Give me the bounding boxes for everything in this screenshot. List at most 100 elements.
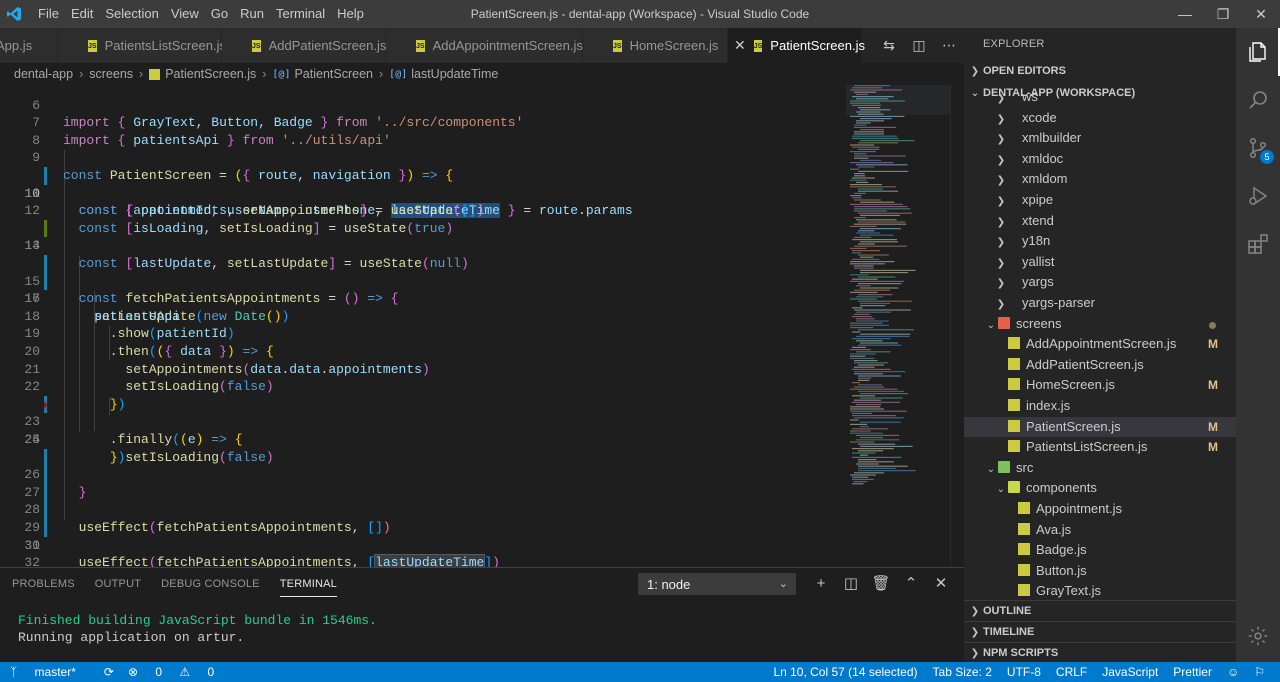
sync-icon[interactable]: ⟳ bbox=[104, 665, 114, 679]
tab-addpatientscreen-js[interactable]: JS AddPatientScreen.js bbox=[222, 28, 386, 63]
terminal-output-line: Finished building JavaScript bundle in 1… bbox=[18, 613, 377, 628]
minimap[interactable] bbox=[846, 85, 954, 567]
minimap-line bbox=[850, 291, 878, 293]
formatter[interactable]: Prettier bbox=[1173, 665, 1212, 679]
close-tab-icon[interactable]: ✕ bbox=[734, 37, 746, 54]
minimap-line bbox=[856, 111, 881, 113]
breadcrumb-file[interactable]: PatientScreen.js bbox=[165, 67, 256, 81]
minimap-line bbox=[850, 327, 874, 329]
minimize-icon[interactable]: — bbox=[1166, 0, 1204, 28]
explorer-icon[interactable] bbox=[1236, 28, 1280, 76]
line-ending[interactable]: CRLF bbox=[1056, 665, 1087, 679]
trash-icon[interactable]: 🗑 bbox=[866, 572, 896, 596]
compare-changes-icon[interactable]: ⇆ bbox=[874, 37, 904, 54]
menu-help[interactable]: Help bbox=[331, 0, 370, 28]
menu-edit[interactable]: Edit bbox=[65, 0, 99, 28]
breadcrumb-symbol[interactable]: lastUpdateTime bbox=[411, 67, 498, 81]
minimap-line bbox=[854, 199, 881, 201]
tree-item[interactable]: AddAppointmentScreen.js M bbox=[964, 334, 1236, 355]
tree-item[interactable]: ⌄ screens bbox=[964, 314, 1236, 335]
npm-scripts-section[interactable]: ❯ NPM SCRIPTS bbox=[964, 642, 1236, 662]
tab-app-js[interactable]: App.js bbox=[0, 28, 58, 63]
tree-item[interactable]: ❯ xpipe bbox=[964, 190, 1236, 211]
tab-problems[interactable]: PROBLEMS bbox=[12, 572, 75, 596]
breadcrumb-folder[interactable]: screens bbox=[89, 67, 133, 81]
minimap-line bbox=[850, 247, 867, 249]
tree-item[interactable]: ❯ xmldoc bbox=[964, 149, 1236, 170]
minimap-line bbox=[854, 157, 869, 159]
menu-view[interactable]: View bbox=[165, 0, 205, 28]
chevron-right-icon: ❯ bbox=[996, 175, 1006, 187]
tree-item[interactable]: PatientScreen.js M bbox=[964, 416, 1236, 438]
split-editor-icon[interactable]: ◫ bbox=[904, 37, 934, 54]
tab-homescreen-js[interactable]: JS HomeScreen.js bbox=[583, 28, 728, 63]
tree-item[interactable]: ❯ xmlbuilder bbox=[964, 128, 1236, 149]
problems-status[interactable]: ⊗ 0 ⚠ 0 bbox=[128, 665, 228, 679]
tree-item[interactable]: Button.js bbox=[964, 561, 1236, 582]
minimap-line bbox=[860, 445, 913, 447]
js-file-icon bbox=[1018, 522, 1030, 535]
tree-item[interactable]: Badge.js bbox=[964, 540, 1236, 561]
outline-section[interactable]: ❯ OUTLINE bbox=[964, 600, 1236, 621]
branch-status[interactable]: ᛉ master* bbox=[10, 665, 90, 679]
menu-file[interactable]: File bbox=[32, 0, 65, 28]
tree-item[interactable]: ❯ yallist bbox=[964, 252, 1236, 273]
source-control-icon[interactable]: 5 bbox=[1236, 124, 1280, 172]
tree-item[interactable]: ❯ ws bbox=[964, 94, 1236, 108]
split-terminal-icon[interactable]: ◫ bbox=[836, 572, 866, 596]
tree-item[interactable]: ❯ xcode bbox=[964, 108, 1236, 129]
cursor-position[interactable]: Ln 10, Col 57 (14 selected) bbox=[773, 665, 917, 679]
close-panel-icon[interactable]: ✕ bbox=[926, 572, 956, 596]
menu-go[interactable]: Go bbox=[205, 0, 234, 28]
tree-item[interactable]: ❯ y18n bbox=[964, 231, 1236, 252]
menu-selection[interactable]: Selection bbox=[99, 0, 164, 28]
tab-patientscreen-js[interactable]: ✕ JS PatientScreen.js bbox=[728, 28, 865, 63]
feedback-icon[interactable]: ☺ bbox=[1227, 665, 1239, 679]
timeline-section[interactable]: ❯ TIMELINE bbox=[964, 621, 1236, 642]
breadcrumb-workspace[interactable]: dental-app bbox=[14, 67, 73, 81]
tab-size[interactable]: Tab Size: 2 bbox=[933, 665, 992, 679]
more-actions-icon[interactable]: ⋯ bbox=[934, 37, 964, 54]
tree-item[interactable]: Ava.js bbox=[964, 520, 1236, 541]
tree-item[interactable]: ⌄ components bbox=[964, 478, 1236, 499]
tree-item[interactable]: AddPatientScreen.js bbox=[964, 355, 1236, 376]
tab-addappointmentscreen-js[interactable]: JS AddAppointmentScreen.js bbox=[386, 28, 583, 63]
language-mode[interactable]: JavaScript bbox=[1102, 665, 1158, 679]
tree-item[interactable]: ❯ yargs bbox=[964, 272, 1236, 293]
chevron-up-icon[interactable]: ⌃ bbox=[896, 572, 926, 596]
tab-output[interactable]: OUTPUT bbox=[95, 572, 141, 596]
restore-icon[interactable]: ❐ bbox=[1204, 0, 1242, 28]
minimap-line bbox=[854, 472, 885, 474]
tree-item[interactable]: ❯ yargs-parser bbox=[964, 293, 1236, 314]
new-terminal-icon[interactable]: + bbox=[806, 572, 836, 596]
search-icon[interactable] bbox=[1236, 76, 1280, 124]
minimap-line bbox=[856, 340, 883, 342]
tree-item[interactable]: PatientsListScreen.js M bbox=[964, 437, 1236, 458]
tab-debug-console[interactable]: DEBUG CONSOLE bbox=[161, 572, 260, 596]
vertical-scrollbar[interactable] bbox=[950, 85, 964, 567]
tree-item[interactable]: HomeScreen.js M bbox=[964, 375, 1236, 396]
tab-terminal[interactable]: TERMINAL bbox=[279, 572, 337, 597]
terminal-select[interactable]: 1: node ⌄ bbox=[638, 573, 796, 595]
open-editors-section[interactable]: ❯ OPEN EDITORS bbox=[964, 60, 1236, 82]
notifications-bell-icon[interactable]: ⚐ bbox=[1254, 665, 1265, 679]
minimap-line bbox=[852, 382, 861, 384]
code-editor[interactable]: 6 import { GrayText, Button, Badge } fro… bbox=[0, 85, 964, 567]
tree-item[interactable]: ❯ xtend bbox=[964, 211, 1236, 232]
minimap-line bbox=[852, 368, 891, 370]
encoding[interactable]: UTF-8 bbox=[1007, 665, 1041, 679]
tree-item[interactable]: ⌄ src bbox=[964, 458, 1236, 479]
tree-item[interactable]: index.js bbox=[964, 396, 1236, 417]
settings-gear-icon[interactable] bbox=[1236, 612, 1280, 660]
tree-item[interactable]: Appointment.js bbox=[964, 499, 1236, 520]
tree-item[interactable]: ❯ xmldom bbox=[964, 169, 1236, 190]
tree-item[interactable]: GrayText.js bbox=[964, 581, 1236, 600]
breadcrumb-component[interactable]: PatientScreen bbox=[294, 67, 373, 81]
menu-terminal[interactable]: Terminal bbox=[270, 0, 331, 28]
tab-patientslistscreen-js[interactable]: JS PatientsListScreen.js bbox=[58, 28, 226, 63]
extensions-icon[interactable] bbox=[1236, 220, 1280, 268]
run-debug-icon[interactable] bbox=[1236, 172, 1280, 220]
close-window-icon[interactable]: ✕ bbox=[1242, 0, 1280, 28]
menu-run[interactable]: Run bbox=[234, 0, 270, 28]
minimap-line bbox=[852, 346, 867, 348]
